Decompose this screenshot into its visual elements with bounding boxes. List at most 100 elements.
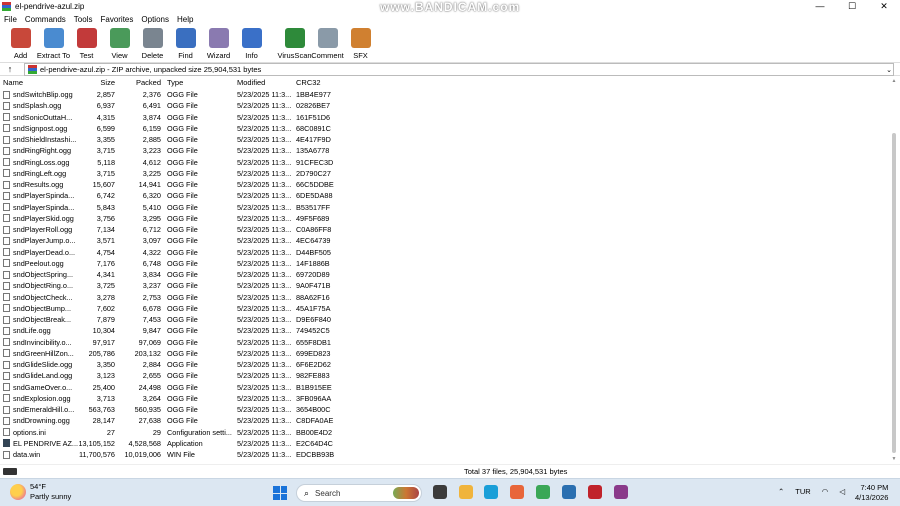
vertical-scrollbar[interactable]: ▲ ▼ <box>890 78 898 462</box>
chevron-down-icon[interactable]: ⌄ <box>886 66 892 74</box>
table-row[interactable]: EL PENDRIVE AZ... 13,105,152 4,528,568 Appl… <box>0 438 890 449</box>
table-row[interactable]: sndRingLoss.ogg 5,118 4,612 OGG File 5/23/20… <box>0 157 890 168</box>
toolbar-button-delete[interactable]: Delete <box>136 26 169 60</box>
menu-options[interactable]: Options <box>137 15 173 24</box>
close-button[interactable]: ✕ <box>868 0 900 13</box>
language-indicator[interactable]: TUR <box>795 487 810 496</box>
table-row[interactable]: sndGlideLand.ogg 3,123 2,655 OGG File 5/23/2… <box>0 370 890 381</box>
column-type[interactable]: Type <box>167 78 235 87</box>
table-row[interactable]: sndRingLeft.ogg 3,715 3,225 OGG File 5/23/20… <box>0 168 890 179</box>
table-row[interactable]: sndPlayerSkid.ogg 3,756 3,295 OGG File 5/23/… <box>0 213 890 224</box>
table-row[interactable]: sndObjectRing.o... 3,725 3,237 OGG File 5/23… <box>0 280 890 291</box>
column-size[interactable]: Size <box>75 78 115 87</box>
file-name: sndPeelout.ogg <box>13 258 64 268</box>
firefox-icon[interactable] <box>510 485 524 499</box>
toolbar-button-view[interactable]: View <box>103 26 136 60</box>
clock[interactable]: 7:40 PM 4/13/2026 <box>855 483 888 503</box>
table-row[interactable]: sndEmeraldHill.o... 563,763 560,935 OGG Fil… <box>0 404 890 415</box>
table-row[interactable]: sndLife.ogg 10,304 9,847 OGG File 5/23/2025 … <box>0 325 890 336</box>
chrome-icon[interactable] <box>536 485 550 499</box>
speaker-icon[interactable]: ◁ <box>839 487 845 496</box>
table-row[interactable]: sndPlayerSpinda... 6,742 6,320 OGG File 5/23… <box>0 190 890 201</box>
maximize-button[interactable]: ☐ <box>836 0 868 13</box>
file-crc-cell: 9A0F471B <box>296 281 331 291</box>
weather-widget[interactable]: 54°F Partly sunny <box>10 482 71 502</box>
table-row[interactable]: sndSwitchBlip.ogg 2,857 2,376 OGG File 5/23/… <box>0 89 890 100</box>
table-row[interactable]: sndExplosion.ogg 3,713 3,264 OGG File 5/23/2… <box>0 393 890 404</box>
table-row[interactable]: sndSignpost.ogg 6,599 6,159 OGG File 5/23/20… <box>0 123 890 134</box>
search-highlight-image <box>393 487 419 499</box>
toolbar-button-comment[interactable]: Comment <box>311 26 344 60</box>
toolbar-button-test[interactable]: Test <box>70 26 103 60</box>
column-modified[interactable]: Modified <box>237 78 292 87</box>
menu-tools[interactable]: Tools <box>70 15 97 24</box>
table-row[interactable]: sndInvincibility.o... 97,917 97,069 OGG Fil… <box>0 337 890 348</box>
table-row[interactable]: sndObjectBump... 7,602 6,678 OGG File 5/23/2… <box>0 303 890 314</box>
table-row[interactable]: data.win 11,700,576 10,019,006 WIN File 5/23… <box>0 449 890 460</box>
table-row[interactable]: sndDrowning.ogg 28,147 27,638 OGG File 5/23/… <box>0 415 890 426</box>
column-crc32[interactable]: CRC32 <box>296 78 336 87</box>
windows-start-icon[interactable] <box>273 486 287 500</box>
toolbar-button-find[interactable]: Find <box>169 26 202 60</box>
menu-file[interactable]: File <box>0 15 21 24</box>
table-row[interactable]: sndShieldInstashi... 3,355 2,885 OGG File 5/… <box>0 134 890 145</box>
winrar-taskbar-icon[interactable] <box>614 485 628 499</box>
minimize-button[interactable]: — <box>804 0 836 13</box>
toolbar-button-info[interactable]: Info <box>235 26 268 60</box>
taskbar-search[interactable]: ⌕ Search <box>296 484 422 502</box>
menu-commands[interactable]: Commands <box>21 15 70 24</box>
toolbar-button-extract-to[interactable]: Extract To <box>37 26 70 60</box>
table-row[interactable]: sndSplash.ogg 6,937 6,491 OGG File 5/23/2025… <box>0 100 890 111</box>
file-name: sndGlideSlide.ogg <box>13 360 73 369</box>
file-type-cell: OGG File <box>167 303 198 313</box>
file-icon <box>3 124 10 133</box>
table-row[interactable]: sndObjectCheck... 3,278 2,753 OGG File 5/23/… <box>0 292 890 303</box>
wifi-icon[interactable]: ◠ <box>822 487 829 496</box>
table-row[interactable]: sndGlideSlide.ogg 3,350 2,884 OGG File 5/23/… <box>0 359 890 370</box>
file-size-cell: 11,700,576 <box>79 450 115 459</box>
menu-help[interactable]: Help <box>173 15 197 24</box>
menu-favorites[interactable]: Favorites <box>96 15 137 24</box>
table-row[interactable]: sndObjectSpring... 4,341 3,834 OGG File 5/23… <box>0 269 890 280</box>
file-icon <box>3 180 10 189</box>
table-row[interactable]: sndGameOver.o... 25,400 24,498 OGG File 5/23… <box>0 382 890 393</box>
scrollbar-thumb[interactable] <box>892 133 896 453</box>
file-packed-cell: 97,069 <box>138 337 161 347</box>
folder-icon[interactable] <box>459 485 473 499</box>
chevron-up-icon[interactable]: ⌃ <box>778 487 784 496</box>
toolbar-button-sfx[interactable]: SFX <box>344 26 377 60</box>
record-icon[interactable] <box>588 485 602 499</box>
virus-scan-icon <box>284 28 305 48</box>
toolbar-button-wizard[interactable]: Wizard <box>202 26 235 60</box>
table-row[interactable]: sndPlayerRoll.ogg 7,134 6,712 OGG File 5/23/… <box>0 224 890 235</box>
table-row[interactable]: sndResults.ogg 15,607 14,941 OGG File 5/23/2… <box>0 179 890 190</box>
table-row[interactable]: sndPlayerJump.o... 3,571 3,097 OGG File 5/23… <box>0 235 890 246</box>
file-name-cell: options.ini <box>3 427 83 438</box>
scroll-up-icon[interactable]: ▲ <box>890 78 898 84</box>
file-name-cell: sndObjectBreak... <box>3 314 83 325</box>
table-row[interactable]: sndSonicOuttaH... 4,315 3,874 OGG File 5/23/… <box>0 112 890 123</box>
table-row[interactable]: sndRingRight.ogg 3,715 3,223 OGG File 5/23/2… <box>0 145 890 156</box>
path-field[interactable]: el-pendrive-azul.zip - ZIP archive, unpa… <box>24 63 894 76</box>
scroll-down-icon[interactable]: ▼ <box>890 456 898 462</box>
file-crc-cell: 45A1F75A <box>296 303 331 313</box>
table-row[interactable]: options.ini 27 29 Configuration setti... 5/2… <box>0 427 890 438</box>
table-row[interactable]: sndPlayerDead.o... 4,754 4,322 OGG File 5/23… <box>0 247 890 258</box>
table-row[interactable]: sndObjectBreak... 7,879 7,453 OGG File 5/23/… <box>0 314 890 325</box>
app-window-icon[interactable] <box>562 485 576 499</box>
table-row[interactable]: sndGreenHillZon... 205,786 203,132 OGG File… <box>0 348 890 359</box>
table-row[interactable]: sndPlayerSpinda... 5,843 5,410 OGG File 5/23… <box>0 202 890 213</box>
file-name-cell: sndRingRight.ogg <box>3 145 83 156</box>
toolbar-button-add[interactable]: Add <box>4 26 37 60</box>
table-row[interactable]: sndPeelout.ogg 7,176 6,748 OGG File 5/23/202… <box>0 258 890 269</box>
column-name[interactable]: Name <box>3 78 83 87</box>
up-arrow-icon[interactable]: ↑ <box>0 64 20 74</box>
file-type-cell: OGG File <box>167 180 198 189</box>
file-size-cell: 15,607 <box>92 180 115 189</box>
file-manager-icon[interactable] <box>433 485 447 499</box>
file-name-cell: sndSplash.ogg <box>3 100 83 111</box>
column-packed[interactable]: Packed <box>120 78 161 87</box>
edge-icon[interactable] <box>484 485 498 499</box>
file-crc-cell: 02826BE7 <box>296 101 331 111</box>
toolbar-button-virusscan[interactable]: VirusScan <box>277 26 312 60</box>
